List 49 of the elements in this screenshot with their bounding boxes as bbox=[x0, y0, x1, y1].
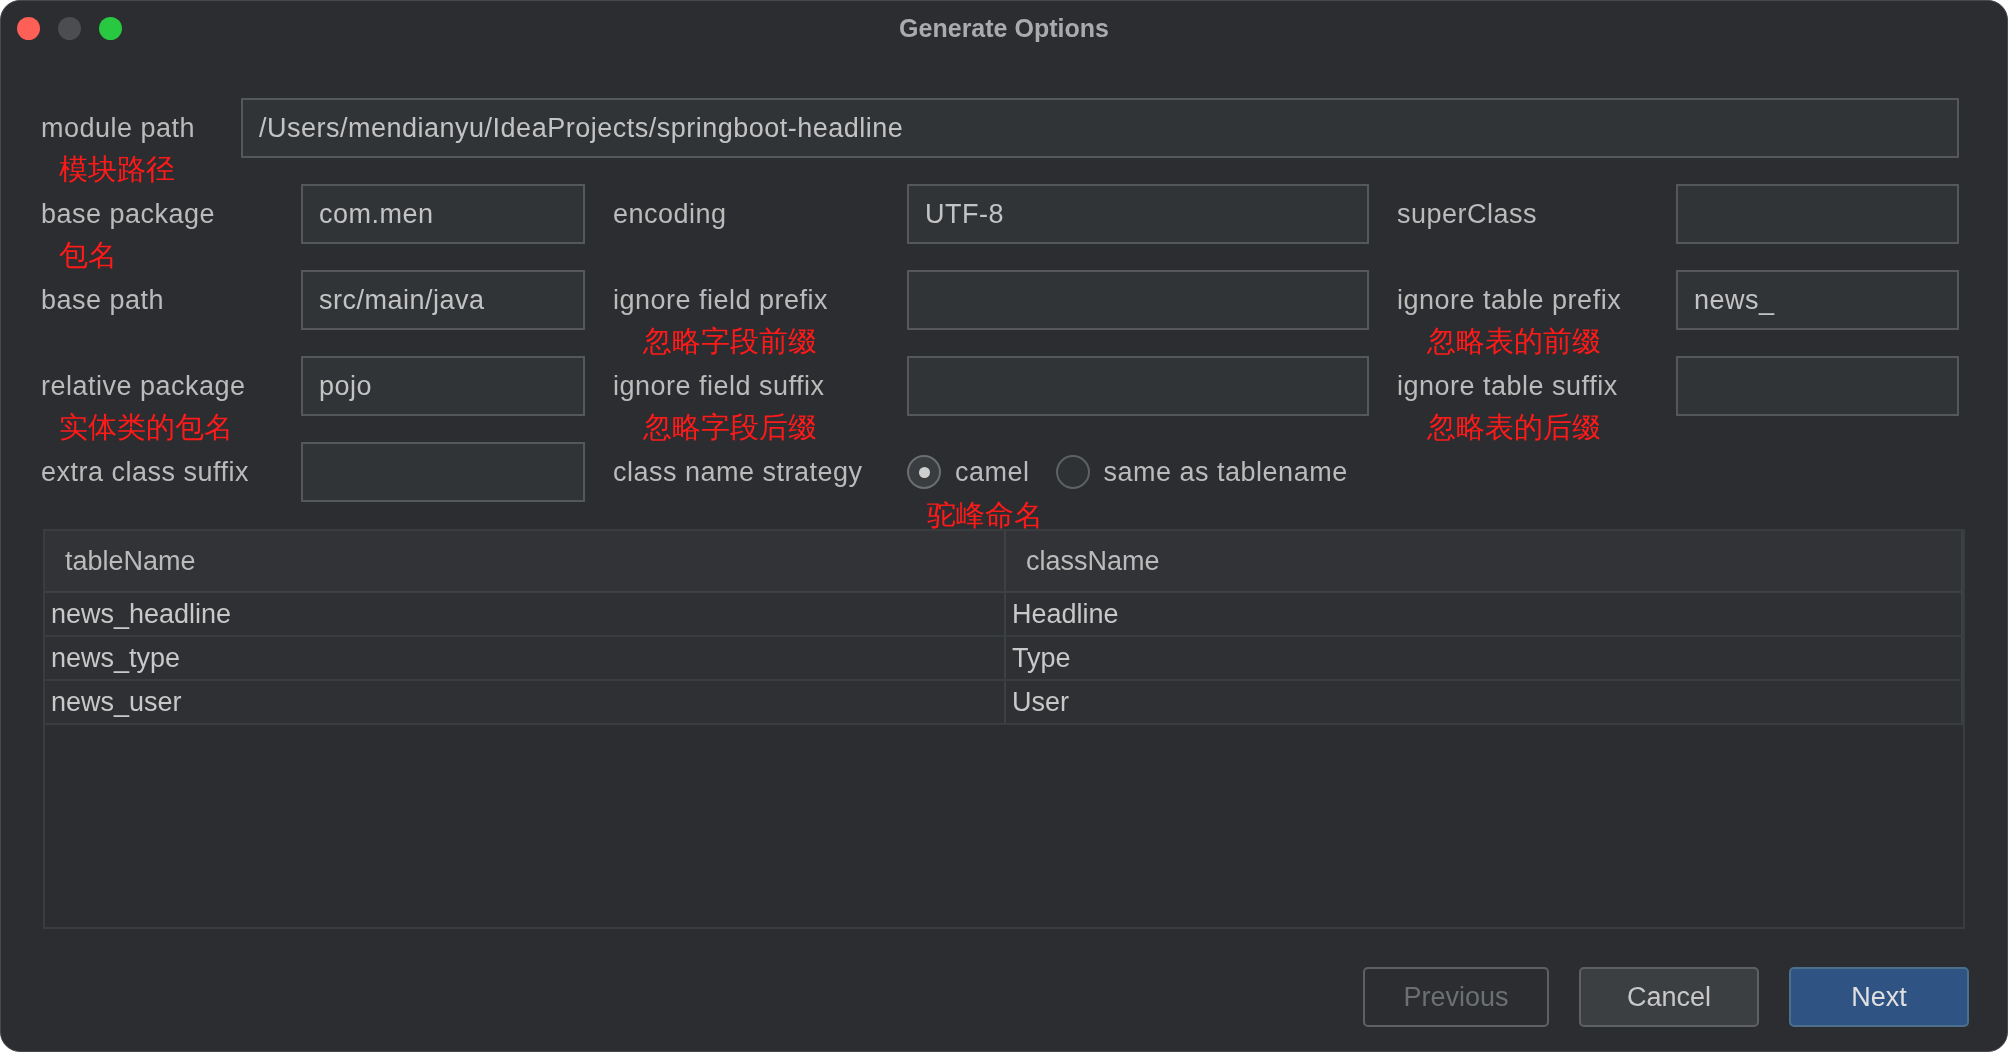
annotation-text: 忽略字段前缀 bbox=[643, 324, 817, 359]
input-field[interactable]: UTF-8 bbox=[907, 184, 1369, 244]
radio-button[interactable] bbox=[907, 455, 941, 489]
radio-label[interactable]: same as tablename bbox=[1103, 456, 1348, 488]
field-label: module path bbox=[41, 112, 196, 144]
dialog-button[interactable]: Cancel bbox=[1579, 967, 1759, 1027]
radio-label[interactable]: camel bbox=[955, 456, 1030, 488]
annotation-text: 模块路径 bbox=[59, 152, 175, 187]
annotation-text: 驼峰命名 bbox=[927, 498, 1043, 533]
field-label: superClass bbox=[1397, 198, 1538, 230]
column-header[interactable]: tableName bbox=[45, 531, 1006, 591]
input-field[interactable]: pojo bbox=[301, 356, 585, 416]
table-cell: User bbox=[1006, 681, 1963, 723]
minimize-icon[interactable] bbox=[58, 17, 81, 40]
table-cell: Type bbox=[1006, 637, 1963, 679]
field-label: base path bbox=[41, 284, 165, 316]
field-label: ignore table prefix bbox=[1397, 284, 1622, 316]
zoom-icon[interactable] bbox=[99, 17, 122, 40]
field-label: ignore field prefix bbox=[613, 284, 829, 316]
field-label: extra class suffix bbox=[41, 456, 250, 488]
field-label: relative package bbox=[41, 370, 246, 402]
input-field[interactable] bbox=[1676, 356, 1959, 416]
input-field[interactable] bbox=[907, 270, 1369, 330]
radio-button[interactable] bbox=[1055, 455, 1090, 489]
window-title: Generate Options bbox=[899, 13, 1109, 43]
annotation-text: 忽略表的后缀 bbox=[1427, 410, 1601, 445]
table-cell: news_user bbox=[45, 681, 1006, 723]
field-label: ignore field suffix bbox=[613, 370, 825, 402]
field-label: ignore table suffix bbox=[1397, 370, 1618, 402]
table-cell: Headline bbox=[1006, 593, 1963, 635]
input-field[interactable]: com.men bbox=[301, 184, 585, 244]
table-cell: news_type bbox=[45, 637, 1006, 679]
input-field[interactable] bbox=[1676, 184, 1959, 244]
field-label: class name strategy bbox=[613, 456, 863, 488]
input-field[interactable]: news_ bbox=[1676, 270, 1959, 330]
input-field[interactable]: src/main/java bbox=[301, 270, 585, 330]
annotation-text: 实体类的包名 bbox=[59, 410, 233, 445]
annotation-text: 包名 bbox=[59, 238, 117, 273]
annotation-text: 忽略表的前缀 bbox=[1427, 324, 1601, 359]
annotation-text: 忽略字段后缀 bbox=[643, 410, 817, 445]
field-label: encoding bbox=[613, 198, 727, 230]
field-label: base package bbox=[41, 198, 216, 230]
column-header[interactable]: className bbox=[1006, 531, 1963, 591]
table-cell: news_headline bbox=[45, 593, 1006, 635]
close-icon[interactable] bbox=[17, 17, 40, 40]
input-field[interactable]: /Users/mendianyu/IdeaProjects/springboot-headline bbox=[241, 98, 1959, 158]
input-field[interactable] bbox=[301, 442, 585, 502]
dialog-button[interactable]: Next bbox=[1789, 967, 1969, 1027]
input-field[interactable] bbox=[907, 356, 1369, 416]
